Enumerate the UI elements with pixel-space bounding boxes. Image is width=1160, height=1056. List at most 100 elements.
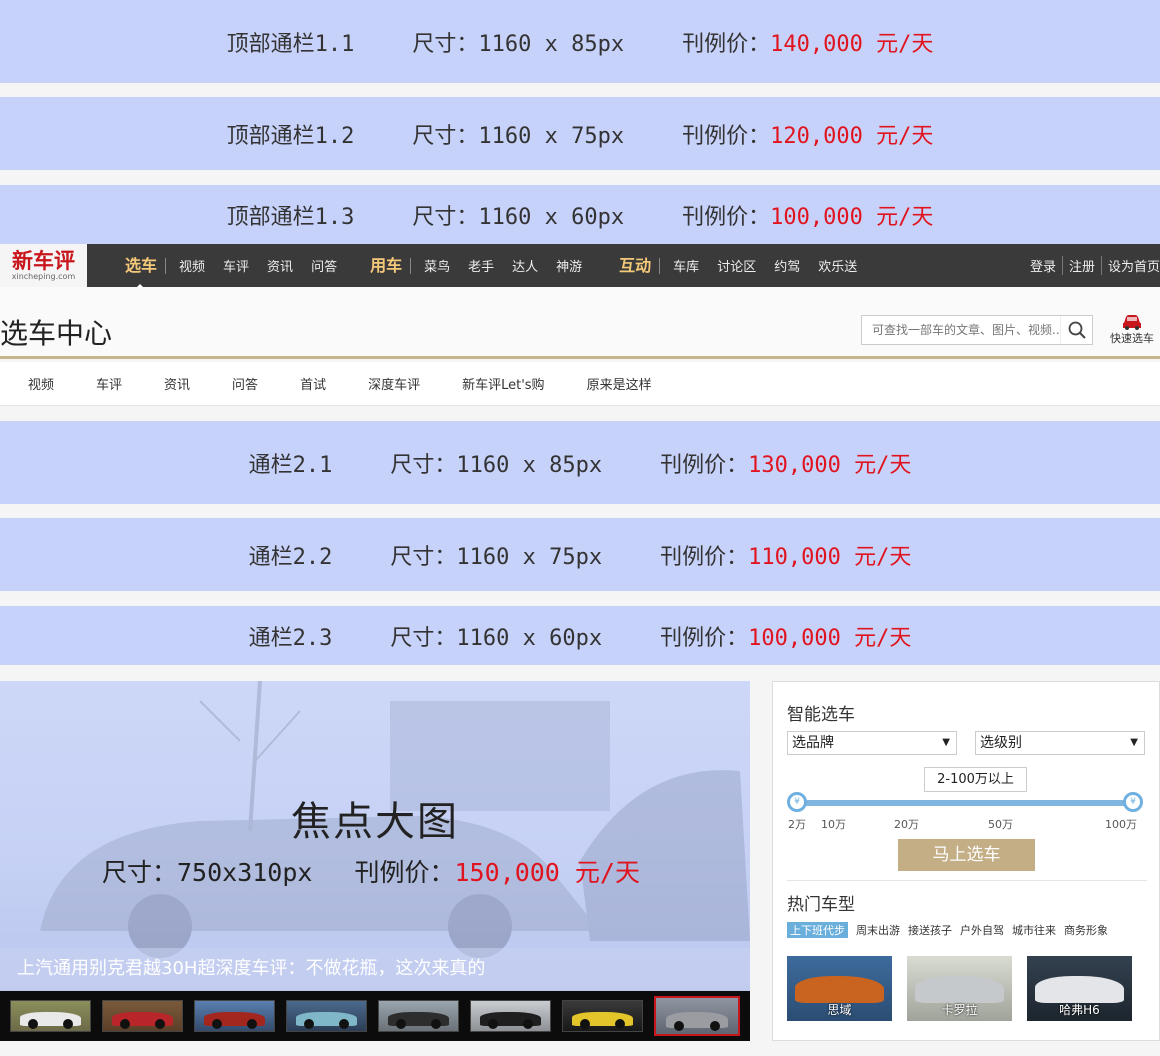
ad-name: 顶部通栏1.3 [226, 204, 355, 230]
usage-tag[interactable]: 周末出游 [856, 922, 900, 938]
focus-image[interactable]: 焦点大图 尺寸：750x310px 刊例价：150,000 元/天 [0, 681, 750, 991]
top-ad-bar-3[interactable]: 顶部通栏1.3 尺寸：1160 x 60px 刊例价：100,000 元/天 [0, 185, 1160, 244]
subnav-item[interactable]: 视频 [28, 374, 54, 393]
focus-price: 150,000 元/天 [454, 858, 640, 887]
nav-item[interactable]: 神游 [547, 256, 591, 275]
ad-size: 尺寸：1160 x 75px [412, 123, 625, 149]
slider-tick: 2万 [788, 818, 806, 831]
usage-tag[interactable]: 接送孩子 [908, 922, 952, 938]
thumbnail[interactable] [286, 1000, 367, 1032]
ad-price: 100,000 元/天 [770, 204, 934, 230]
nav-item[interactable]: 车库 [664, 256, 708, 275]
ad-price-label: 刊例价： [682, 123, 771, 149]
usage-tags: 上下班代步 周末出游 接送孩子 户外自驾 城市往来 商务形象 [787, 922, 1108, 938]
mid-ad-bar-1[interactable]: 通栏2.1 尺寸：1160 x 85px 刊例价：130,000 元/天 [0, 421, 1160, 504]
model-card[interactable]: 思域 [787, 956, 892, 1021]
nav-item[interactable]: 车评 [214, 256, 258, 275]
nav-item[interactable]: 约驾 [765, 256, 809, 275]
price-slider-max-handle[interactable]: ¥ [1123, 792, 1143, 812]
ad-price: 110,000 元/天 [748, 544, 912, 570]
nav-account-links: 登录 注册 设为首页 [1024, 256, 1160, 275]
focus-info: 尺寸：750x310px 刊例价：150,000 元/天 [102, 853, 640, 889]
nav-group-xuanche: 选车 视频 车评 资讯 问答 [125, 244, 346, 289]
model-name: 哈弗H6 [1059, 1003, 1100, 1017]
subnav-item[interactable]: 原来是这样 [587, 374, 652, 393]
subnav-item[interactable]: 深度车评 [368, 374, 420, 393]
quick-select-button[interactable]: 快速选车 [1104, 313, 1160, 346]
price-slider-min-handle[interactable]: ¥ [787, 792, 807, 812]
site-logo[interactable]: 新车评 xincheping.com [0, 244, 87, 287]
quick-select-label: 快速选车 [1110, 332, 1154, 345]
ad-size: 尺寸：1160 x 75px [390, 544, 603, 570]
mid-ad-bar-2[interactable]: 通栏2.2 尺寸：1160 x 75px 刊例价：110,000 元/天 [0, 518, 1160, 591]
nav-item[interactable]: 菜鸟 [415, 256, 459, 275]
hot-models-title: 热门车型 [787, 895, 855, 915]
dropdown-arrow-icon: ▼ [942, 737, 950, 748]
nav-group-title[interactable]: 互动 [619, 257, 661, 274]
thumbnail[interactable] [194, 1000, 275, 1032]
model-car-image [795, 975, 884, 1003]
ad-price-label: 刊例价： [682, 204, 771, 230]
focus-caption[interactable]: 上汽通用别克君越30H超深度车评：不做花瓶，这次来真的 [0, 948, 750, 990]
search-icon[interactable] [1060, 316, 1092, 344]
nav-item[interactable]: 讨论区 [708, 256, 765, 275]
usage-tag[interactable]: 商务形象 [1064, 922, 1108, 938]
thumbnail[interactable] [102, 1000, 183, 1032]
price-slider-track[interactable] [797, 800, 1133, 806]
top-ad-bar-2[interactable]: 顶部通栏1.2 尺寸：1160 x 75px 刊例价：120,000 元/天 [0, 97, 1160, 170]
ad-price-label: 刊例价： [682, 31, 771, 57]
thumbnail[interactable] [562, 1000, 643, 1032]
slider-tick: 10万 [821, 818, 846, 831]
usage-tag-active[interactable]: 上下班代步 [787, 922, 848, 938]
slider-tick: 20万 [894, 818, 919, 831]
model-card[interactable]: 哈弗H6 [1027, 956, 1132, 1021]
focus-title: 焦点大图 [291, 799, 459, 845]
price-range-label: 2-100万以上 [924, 767, 1027, 792]
usage-tag[interactable]: 户外自驾 [960, 922, 1004, 938]
nav-group-title[interactable]: 用车 [370, 257, 412, 274]
search-input[interactable] [862, 323, 1060, 337]
subnav-item[interactable]: 问答 [232, 374, 258, 393]
ad-price: 100,000 元/天 [748, 625, 912, 651]
top-nav: 新车评 xincheping.com 选车 视频 车评 资讯 问答 用车 菜鸟 … [0, 244, 1160, 289]
model-name: 思域 [827, 1003, 852, 1017]
model-car-image [915, 975, 1004, 1003]
hot-models: 思域 卡罗拉 哈弗H6 [787, 956, 1132, 1021]
top-ad-bar-1[interactable]: 顶部通栏1.1 尺寸：1160 x 85px 刊例价：140,000 元/天 [0, 0, 1160, 83]
dropdown-arrow-icon: ▼ [1130, 737, 1138, 748]
panel-divider [787, 880, 1147, 881]
model-car-image [1035, 975, 1124, 1003]
brand-select-value: 选品牌 [792, 735, 834, 751]
ad-name: 顶部通栏1.1 [226, 31, 355, 57]
usage-tag[interactable]: 城市往来 [1012, 922, 1056, 938]
subnav-item[interactable]: 车评 [96, 374, 122, 393]
mid-ad-bar-3[interactable]: 通栏2.3 尺寸：1160 x 60px 刊例价：100,000 元/天 [0, 606, 1160, 665]
model-card[interactable]: 卡罗拉 [907, 956, 1012, 1021]
login-link[interactable]: 登录 [1024, 256, 1062, 275]
nav-item[interactable]: 视频 [170, 256, 214, 275]
register-link[interactable]: 注册 [1061, 256, 1101, 275]
subnav-item[interactable]: 新车评Let's购 [462, 374, 544, 393]
thumbnail[interactable] [470, 1000, 551, 1032]
thumbnail[interactable] [10, 1000, 91, 1032]
brand-select[interactable]: 选品牌 ▼ [787, 731, 957, 755]
subnav-item[interactable]: 资讯 [164, 374, 190, 393]
level-select[interactable]: 选级别 ▼ [975, 731, 1145, 755]
nav-item[interactable]: 欢乐送 [809, 256, 866, 275]
nav-item[interactable]: 资讯 [258, 256, 302, 275]
set-homepage-link[interactable]: 设为首页 [1100, 256, 1160, 275]
ad-price: 140,000 元/天 [770, 31, 934, 57]
thumbnail-active[interactable] [654, 996, 740, 1036]
ad-size: 尺寸：1160 x 60px [390, 625, 603, 651]
subnav-item[interactable]: 首试 [300, 374, 326, 393]
thumbnail[interactable] [378, 1000, 459, 1032]
nav-item[interactable]: 达人 [503, 256, 547, 275]
nav-item[interactable]: 老手 [459, 256, 503, 275]
logo-text: 新车评 [12, 248, 75, 273]
nav-group-title[interactable]: 选车 [125, 257, 167, 289]
level-select-value: 选级别 [980, 735, 1022, 751]
nav-item[interactable]: 问答 [302, 256, 346, 275]
ad-name: 通栏2.2 [248, 544, 333, 570]
page-title: 选车中心 [0, 317, 113, 350]
go-select-button[interactable]: 马上选车 [898, 839, 1035, 871]
